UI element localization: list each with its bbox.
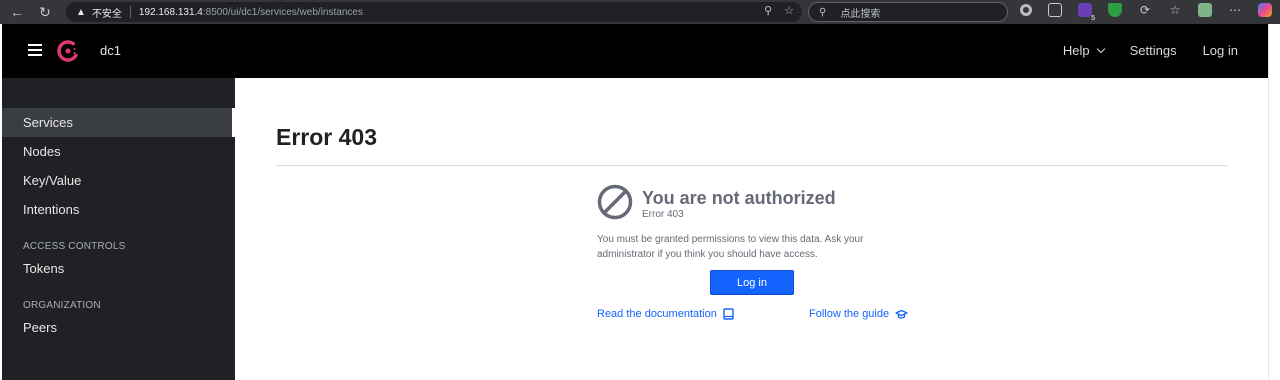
- datacenter-selector[interactable]: dc1: [100, 43, 121, 58]
- error-heading: You are not authorized: [642, 188, 836, 208]
- record-icon[interactable]: [1020, 4, 1032, 16]
- page-title: Error 403: [276, 124, 378, 150]
- sidebar-item-services[interactable]: Services: [2, 108, 235, 137]
- menu-icon[interactable]: [28, 44, 42, 56]
- sidebar-item-peers[interactable]: Peers: [2, 313, 235, 342]
- sidebar-heading-access-controls: ACCESS CONTROLS: [23, 241, 126, 252]
- error-code: Error 403: [642, 209, 684, 220]
- documentation-link-label: Read the documentation: [597, 308, 717, 320]
- address-separator: [129, 6, 131, 18]
- puzzle-icon[interactable]: ⟳: [1138, 3, 1152, 17]
- url-path: :8500/ui/dc1/services/web/instances: [202, 6, 363, 18]
- insecure-label: 不安全: [91, 8, 122, 20]
- search-placeholder: 点此搜索: [840, 8, 881, 20]
- url-host: 192.168.131.4: [138, 6, 203, 18]
- search-icon: ⚲: [819, 6, 827, 18]
- title-divider: [276, 165, 1227, 166]
- sidebar-item-intentions[interactable]: Intentions: [2, 195, 235, 224]
- error-message: You must be granted permissions to view …: [597, 234, 864, 260]
- prohibited-icon: [597, 184, 633, 220]
- help-menu[interactable]: Help: [1063, 43, 1104, 58]
- documentation-link[interactable]: Read the documentation: [597, 308, 734, 320]
- login-button[interactable]: Log in: [710, 270, 794, 295]
- guide-link-label: Follow the guide: [809, 308, 890, 320]
- reload-icon[interactable]: ↻: [34, 1, 56, 23]
- main-content: Error 403 You are not authorized Error 4…: [235, 78, 1268, 380]
- copilot-icon[interactable]: [1258, 3, 1272, 17]
- sidebar: Services Nodes Key/Value Intentions ACCE…: [2, 78, 235, 380]
- bookmark-star-icon[interactable]: ☆: [784, 4, 794, 17]
- app-header: dc1 Help Settings Log in: [2, 24, 1268, 78]
- graduation-cap-icon: [895, 309, 908, 319]
- extension-purple-icon[interactable]: 5: [1078, 3, 1097, 22]
- back-icon[interactable]: ←: [6, 1, 28, 23]
- browser-search-box[interactable]: ⚲ 点此搜索: [808, 2, 1008, 22]
- book-icon: [723, 308, 734, 320]
- guide-link[interactable]: Follow the guide: [809, 308, 908, 320]
- sidebar-item-key-value[interactable]: Key/Value: [2, 166, 235, 195]
- page-scrollbar[interactable]: [1268, 24, 1280, 380]
- menu-dots-icon[interactable]: ⋯: [1228, 3, 1242, 17]
- qr-code-icon[interactable]: [1048, 3, 1062, 17]
- sidebar-item-nodes[interactable]: Nodes: [2, 137, 235, 166]
- browser-toolbar: ← ↻ ▲ 不安全 192.168.131.4:8500/ui/dc1/serv…: [0, 0, 1280, 24]
- zoom-icon[interactable]: ⚲: [764, 4, 772, 17]
- settings-link[interactable]: Settings: [1130, 43, 1177, 58]
- sidebar-heading-organization: ORGANIZATION: [23, 300, 101, 311]
- sidebar-item-tokens[interactable]: Tokens: [2, 254, 235, 283]
- extension-badge: 5: [1089, 15, 1097, 22]
- consul-logo-icon[interactable]: [56, 39, 80, 63]
- shield-check-icon[interactable]: [1108, 3, 1122, 17]
- warning-icon: ▲: [76, 6, 86, 18]
- favorites-icon[interactable]: ☆: [1168, 3, 1182, 17]
- address-bar[interactable]: ▲ 不安全 192.168.131.4:8500/ui/dc1/services…: [66, 2, 802, 22]
- profile-avatar-icon[interactable]: [1198, 3, 1212, 17]
- login-link[interactable]: Log in: [1203, 43, 1238, 58]
